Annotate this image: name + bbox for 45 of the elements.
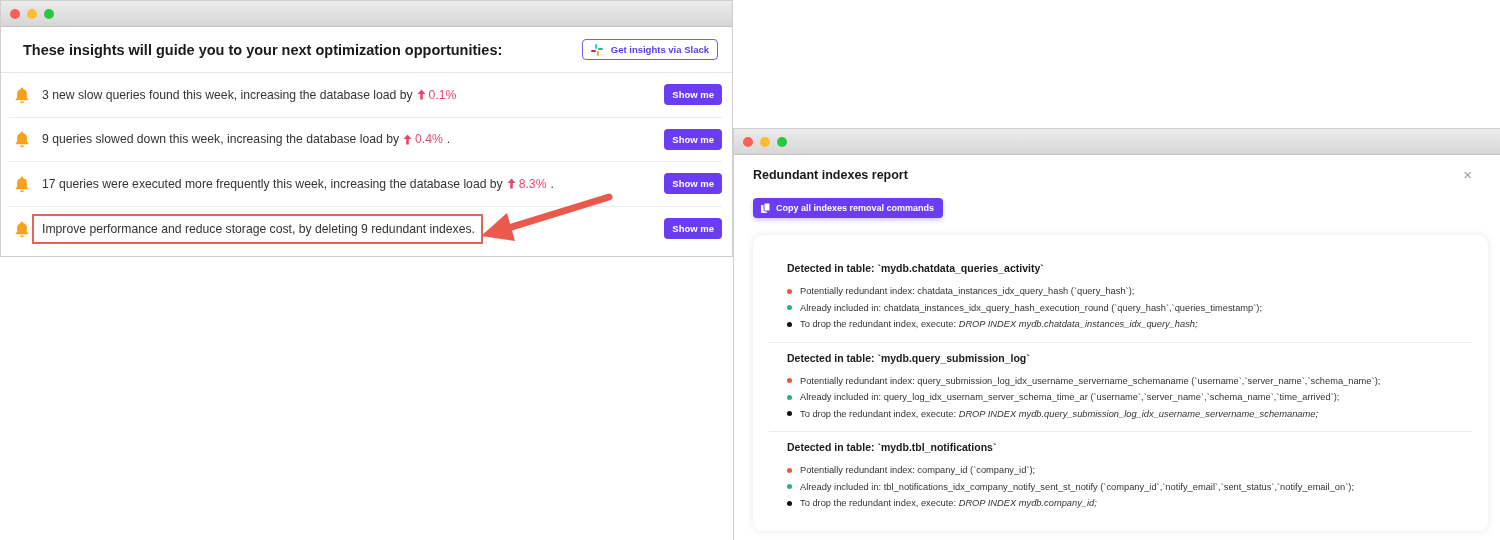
index-detail-text: Potentially redundant index: query_submission_log_idx_username_servername_schemaname (`username`,`server_name`,`schema_name`); [800,375,1381,386]
show-me-button[interactable]: Show me [664,218,722,240]
index-detail-text: Already included in: chatdata_instances_idx_query_hash_execution_round (`query_hash`,`queries_timestamp`); [800,302,1263,313]
index-detail-text: To drop the redundant index, execute: DROP INDEX mydb.company_id; [800,498,1097,509]
copy-commands-button[interactable]: Copy all indexes removal commands [753,198,944,218]
period-text: . [446,132,451,147]
arrow-up-icon [416,89,426,101]
close-button[interactable]: × [1463,167,1472,182]
insights-heading: These insights will guide you to your next optimization opportunities: [23,41,503,58]
window-minimize-icon[interactable] [27,8,37,19]
index-detail-text: To drop the redundant index, execute: DROP INDEX mydb.query_submission_log_idx_username_servername_schemaname; [800,408,1318,419]
bell-icon [13,219,31,238]
show-me-button[interactable]: Show me [664,173,722,195]
table-heading: Detected in table: `mydb.tbl_notifications` [787,441,998,453]
insight-text: 3 new slow queries found this week, increasing the database load by [42,87,413,102]
load-change-text: 0.1% [428,87,457,102]
window-close-icon[interactable] [743,136,753,147]
index-detail-text: Potentially redundant index: chatdata_instances_idx_query_hash (`query_hash`); [800,286,1135,297]
bell-icon [13,130,31,149]
table-heading: Detected in table: `mydb.query_submission_log` [787,351,1031,364]
bell-icon [13,174,31,193]
show-me-button[interactable]: Show me [664,84,722,106]
index-detail-text: Potentially redundant index: company_id (`company_id`); [800,465,1036,476]
index-detail-text: Already included in: query_log_idx_usernam_server_schema_time_ar (`username`,`server_name`,`schema_name`,`time_arrived`); [800,392,1340,403]
period-text: . [550,176,554,191]
copy-icon [761,203,770,213]
insight-text: 9 queries slowed down this week, increasing the database load by [42,132,400,147]
slack-insights-button[interactable]: Get insights via Slack [581,39,718,60]
window-minimize-icon[interactable] [760,136,770,147]
window-zoom-icon[interactable] [44,8,54,19]
hash-logo-icon [590,43,603,56]
window-zoom-icon[interactable] [777,136,787,147]
bell-icon [13,85,31,104]
insight-text: Improve performance and reduce storage cost, by deleting 9 redundant indexes. [42,221,475,236]
insight-text: 17 queries were executed more frequently this week, increasing the database load by [42,176,503,191]
load-change-text: 8.3% [518,176,547,191]
arrow-up-icon [403,133,413,145]
index-detail-text: To drop the redundant index, execute: DROP INDEX mydb.chatdata_instances_idx_query_hash; [800,319,1198,330]
report-title: Redundant indexes report [753,167,908,182]
arrow-up-icon [506,178,516,190]
load-change-text: 0.4% [415,132,443,147]
window-close-icon[interactable] [10,8,20,19]
show-me-button[interactable]: Show me [664,128,722,150]
index-detail-text: Already included in: tbl_notifications_idx_company_notify_sent_st_notify (`company_id`,`notify_email`,`sent_status`,`notify_email_on`); [800,481,1354,492]
table-heading: Detected in table: `mydb.chatdata_queries_activity` [787,262,1045,274]
